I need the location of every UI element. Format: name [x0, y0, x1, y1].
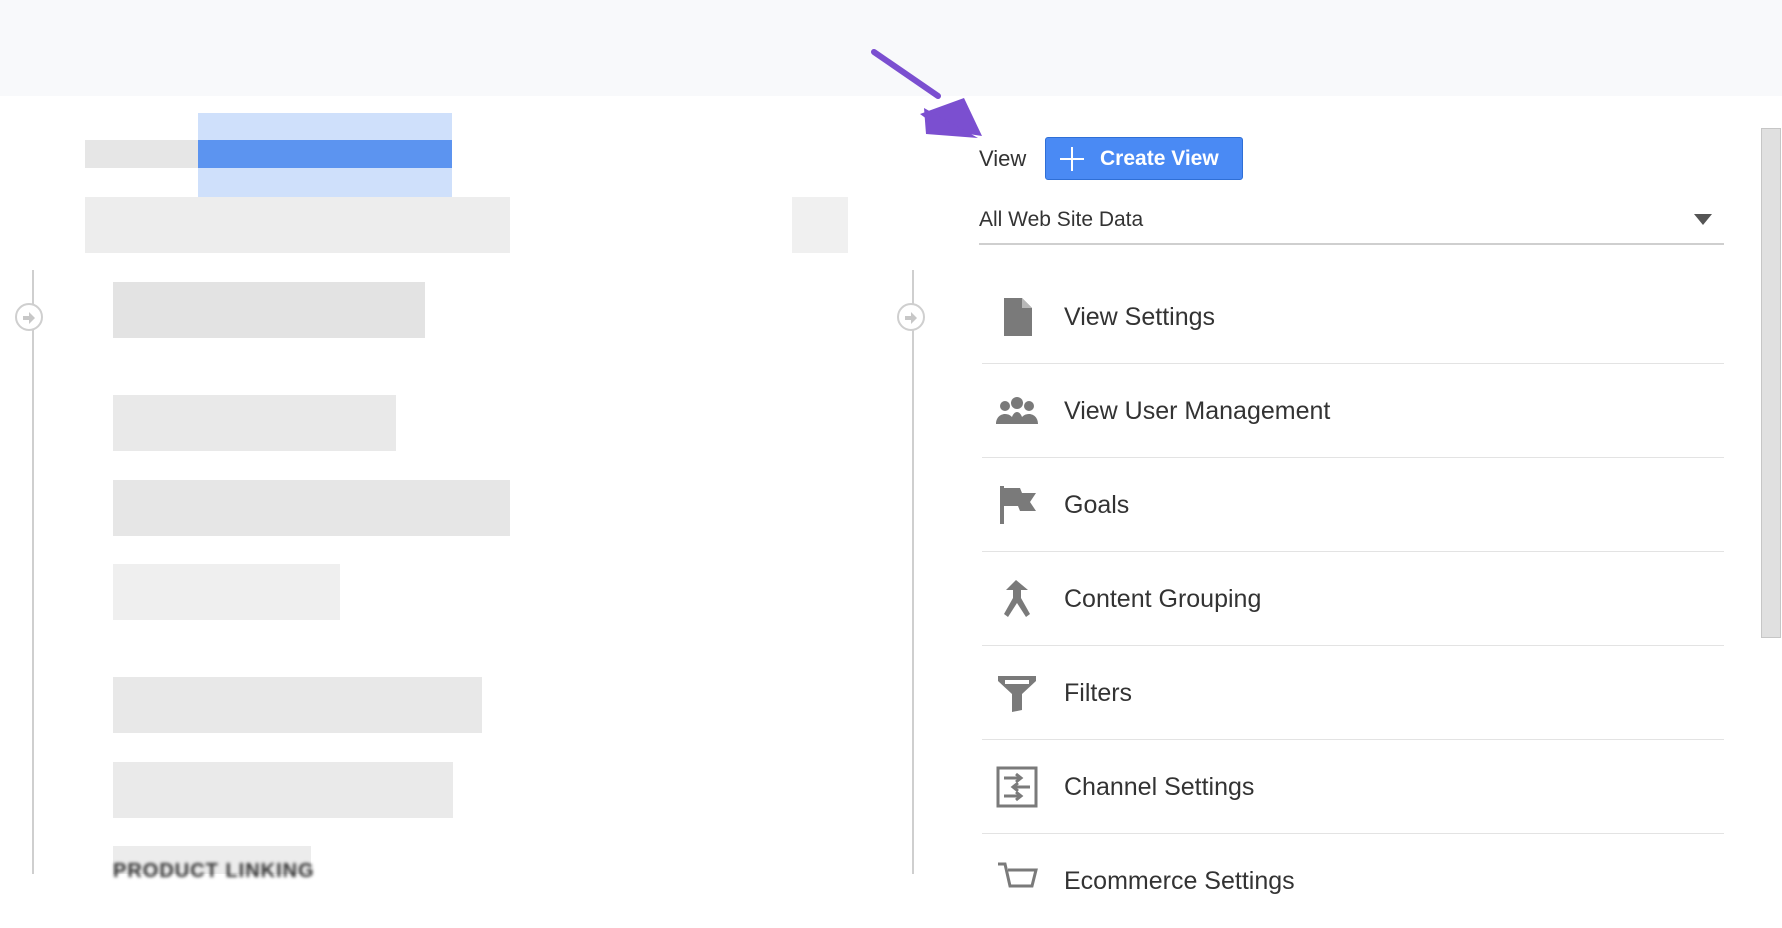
- create-view-button[interactable]: Create View: [1045, 137, 1243, 180]
- blurred-highlight-core: [198, 140, 452, 168]
- view-selector-value: All Web Site Data: [979, 208, 1144, 231]
- menu-item-view-user-management[interactable]: View User Management: [982, 364, 1724, 458]
- menu-item-view-settings[interactable]: View Settings: [982, 270, 1724, 364]
- view-selector-dropdown[interactable]: All Web Site Data: [979, 200, 1724, 245]
- users-icon: [996, 397, 1038, 424]
- left-divider-line: [32, 270, 34, 874]
- blurred-menu-item[interactable]: [113, 564, 340, 620]
- grouping-icon: [1004, 580, 1030, 617]
- cart-icon: [998, 862, 1038, 888]
- menu-item-label: View User Management: [1064, 397, 1331, 425]
- collapse-toggle-middle[interactable]: [897, 303, 925, 331]
- blurred-header-block: [792, 197, 848, 253]
- scrollbar-thumb[interactable]: [1761, 128, 1781, 638]
- section-heading-product-linking: PRODUCT LINKING: [113, 860, 315, 882]
- flag-icon: [1000, 486, 1036, 524]
- menu-item-label: Channel Settings: [1064, 773, 1255, 801]
- view-column-label: View: [979, 146, 1027, 171]
- channel-settings-icon: [996, 766, 1038, 808]
- menu-item-label: Filters: [1064, 679, 1133, 707]
- blurred-menu-item[interactable]: [113, 677, 482, 733]
- filter-icon: [998, 676, 1036, 712]
- annotation-arrow-icon: [871, 49, 982, 138]
- document-icon: [1004, 298, 1032, 336]
- menu-item-label: Content Grouping: [1064, 585, 1262, 613]
- menu-item-label: Goals: [1064, 491, 1130, 519]
- blurred-menu-item[interactable]: [113, 282, 425, 338]
- middle-divider-line: [912, 270, 914, 874]
- plus-icon: [1060, 146, 1084, 171]
- arrow-right-icon: [905, 312, 917, 324]
- menu-item-filters[interactable]: Filters: [982, 646, 1724, 740]
- menu-item-goals[interactable]: Goals: [982, 458, 1724, 552]
- blurred-header-block: [85, 140, 200, 168]
- menu-item-label: View Settings: [1064, 303, 1216, 331]
- create-view-button-label: Create View: [1100, 146, 1219, 170]
- chevron-down-icon: [1694, 214, 1712, 225]
- blurred-header-block: [85, 197, 510, 253]
- blurred-menu-item[interactable]: [113, 480, 510, 536]
- collapse-toggle-left[interactable]: [15, 303, 43, 331]
- menu-item-ecommerce-settings[interactable]: Ecommerce Settings: [982, 834, 1724, 928]
- menu-item-label: Ecommerce Settings: [1064, 867, 1295, 895]
- blurred-menu-item[interactable]: [113, 762, 453, 818]
- menu-item-content-grouping[interactable]: Content Grouping: [982, 552, 1724, 646]
- menu-item-channel-settings[interactable]: Channel Settings: [982, 740, 1724, 834]
- arrow-right-icon: [23, 312, 35, 324]
- blurred-menu-item[interactable]: [113, 395, 396, 451]
